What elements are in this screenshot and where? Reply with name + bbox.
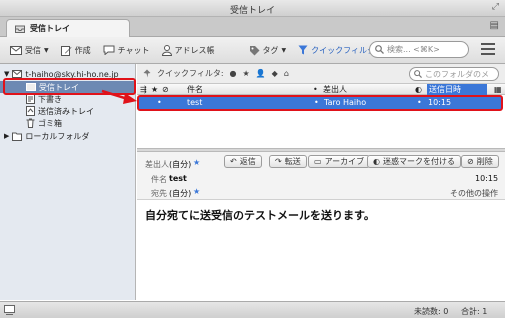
quick-filter-label: クイックフィルタ: (157, 69, 224, 78)
pencil-icon (60, 45, 72, 56)
other-actions-button[interactable]: その他の操作 (450, 188, 498, 199)
search-icon (414, 70, 422, 78)
quick-filter-button[interactable]: クイックフィルタ (292, 40, 381, 60)
junk-column-icon[interactable]: ◐ (415, 84, 422, 95)
receive-button[interactable]: 受信 ▼ (4, 40, 55, 60)
mail-account-icon (12, 70, 23, 78)
global-search-input[interactable]: 検索... <⌘K> (369, 41, 469, 58)
archive-label: アーカイブ (324, 157, 365, 166)
quick-filter-label: クイックフィルタ (311, 45, 376, 55)
archive-icon: ▭ (314, 157, 322, 166)
fullscreen-icon[interactable]: ⤢ (492, 2, 499, 12)
inbox-icon (15, 25, 25, 33)
from-value[interactable]: (自分) (169, 159, 191, 170)
total-count: 合計: 1 (461, 307, 488, 316)
subject-label: 件名 (151, 175, 167, 184)
annotation-highlight-message (137, 95, 503, 111)
receive-label: 受信 (25, 45, 41, 55)
expand-arrow-icon[interactable]: ▼ (4, 70, 9, 78)
sidebar-item-sent[interactable]: 送信済みトレイ (26, 105, 94, 117)
unread-count: 未読数: 0 (414, 307, 449, 316)
star-column-icon[interactable]: ★ (151, 84, 158, 95)
trash-icon (26, 118, 35, 128)
star-icon[interactable]: ★ (193, 187, 200, 196)
to-value[interactable]: (自分) (169, 188, 191, 199)
collapse-arrow-icon[interactable]: ▶ (4, 132, 9, 140)
local-folders-label: ローカルフォルダ (25, 131, 90, 141)
receive-dropdown-icon[interactable]: ▼ (44, 47, 49, 54)
delete-button[interactable]: ⊘ 削除 (461, 155, 499, 168)
window-title: 受信トレイ (229, 6, 275, 16)
reply-icon: ↶ (230, 157, 237, 166)
window-titlebar: 受信トレイ ⤢ (0, 0, 505, 17)
junk-icon: ◐ (373, 157, 380, 166)
message-body: 自分宛てに送受信のテストメールを送ります。 (145, 209, 375, 222)
archive-button[interactable]: ▭ アーカイブ (308, 155, 371, 168)
attachment-filter-icon[interactable]: ⌂ (284, 69, 289, 78)
tag-label: タグ (262, 45, 279, 55)
forward-icon: ↷ (275, 157, 282, 166)
read-column-icon[interactable]: • (313, 84, 318, 95)
filter-icon (298, 45, 308, 55)
to-label: 宛先 (151, 189, 167, 198)
junk-button[interactable]: ◐ 迷惑マークを付ける (367, 155, 461, 168)
drafts-icon (26, 94, 35, 104)
star-icon[interactable]: ★ (193, 158, 200, 167)
tab-inbox[interactable]: 受信トレイ (6, 19, 130, 37)
chat-icon (103, 45, 115, 55)
starred-filter-icon[interactable]: ★ (243, 69, 250, 78)
tab-strip: 受信トレイ ▤ (0, 17, 505, 37)
status-bar: 未読数: 0 合計: 1 (0, 301, 505, 318)
reply-label: 返信 (239, 157, 256, 166)
address-book-label: アドレス帳 (174, 45, 215, 55)
tag-button[interactable]: タグ ▼ (243, 40, 293, 60)
subject-value: test (169, 174, 187, 183)
tag-dropdown-icon: ▼ (281, 46, 287, 54)
app-menu-icon[interactable] (481, 43, 495, 58)
local-folders-row[interactable]: ▶ ローカルフォルダ (4, 130, 89, 142)
forward-button[interactable]: ↷ 転送 (269, 155, 307, 168)
chat-button[interactable]: チャット (97, 40, 156, 60)
annotation-arrow-icon (101, 89, 137, 104)
folder-search-placeholder: このフォルダのメ (425, 69, 489, 79)
envelope-download-icon (10, 45, 22, 55)
sidebar-item-label: ゴミ箱 (38, 118, 62, 128)
date-column-header[interactable]: 送信日時 (427, 84, 487, 95)
global-search-placeholder: 検索... <⌘K> (387, 45, 440, 54)
thread-column-icon[interactable]: ⇶ (140, 84, 147, 95)
delete-label: 削除 (476, 157, 493, 166)
sender-column-header[interactable]: 差出人 (323, 84, 347, 95)
contact-filter-icon[interactable]: 👤 (256, 69, 266, 78)
address-book-button[interactable]: アドレス帳 (156, 40, 221, 60)
sent-icon (26, 106, 35, 116)
activity-icon[interactable] (4, 305, 15, 315)
reply-button[interactable]: ↶ 返信 (224, 155, 262, 168)
sidebar-item-label: 送信済みトレイ (38, 106, 94, 116)
pin-icon[interactable] (143, 69, 151, 78)
attachment-column-icon[interactable]: ⊘ (162, 84, 169, 95)
sidebar-item-label: 下書き (38, 94, 62, 104)
chat-label: チャット (117, 45, 150, 55)
unread-filter-icon[interactable]: ● (230, 69, 237, 78)
subject-column-header[interactable]: 件名 (187, 84, 203, 95)
junk-label: 迷惑マークを付ける (382, 157, 455, 166)
tag-filter-icon[interactable]: ◆ (272, 69, 278, 78)
folder-icon (12, 132, 23, 141)
message-list-header: ⇶ ★ ⊘ 件名 • 差出人 ◐ 送信日時 ▦ (137, 84, 505, 95)
tab-label: 受信トレイ (30, 24, 70, 33)
tag-icon (249, 45, 260, 55)
forward-label: 転送 (284, 157, 301, 166)
sidebar-item-trash[interactable]: ゴミ箱 (26, 117, 62, 129)
message-header-pane: 差出人 (自分) ★ ↶ 返信 ↷ 転送 ▭ アーカイブ ◐ 迷惑マークを付ける… (137, 152, 505, 200)
folder-search-input[interactable]: このフォルダのメ (409, 67, 499, 81)
delete-icon: ⊘ (467, 157, 474, 166)
from-label: 差出人 (145, 160, 169, 169)
search-icon (375, 45, 384, 54)
column-picker-icon[interactable]: ▦ (494, 84, 502, 95)
person-icon (161, 44, 172, 56)
message-time: 10:15 (475, 174, 499, 183)
tab-list-icon[interactable]: ▤ (490, 20, 499, 31)
compose-button[interactable]: 作成 (55, 40, 97, 60)
compose-label: 作成 (74, 45, 91, 55)
